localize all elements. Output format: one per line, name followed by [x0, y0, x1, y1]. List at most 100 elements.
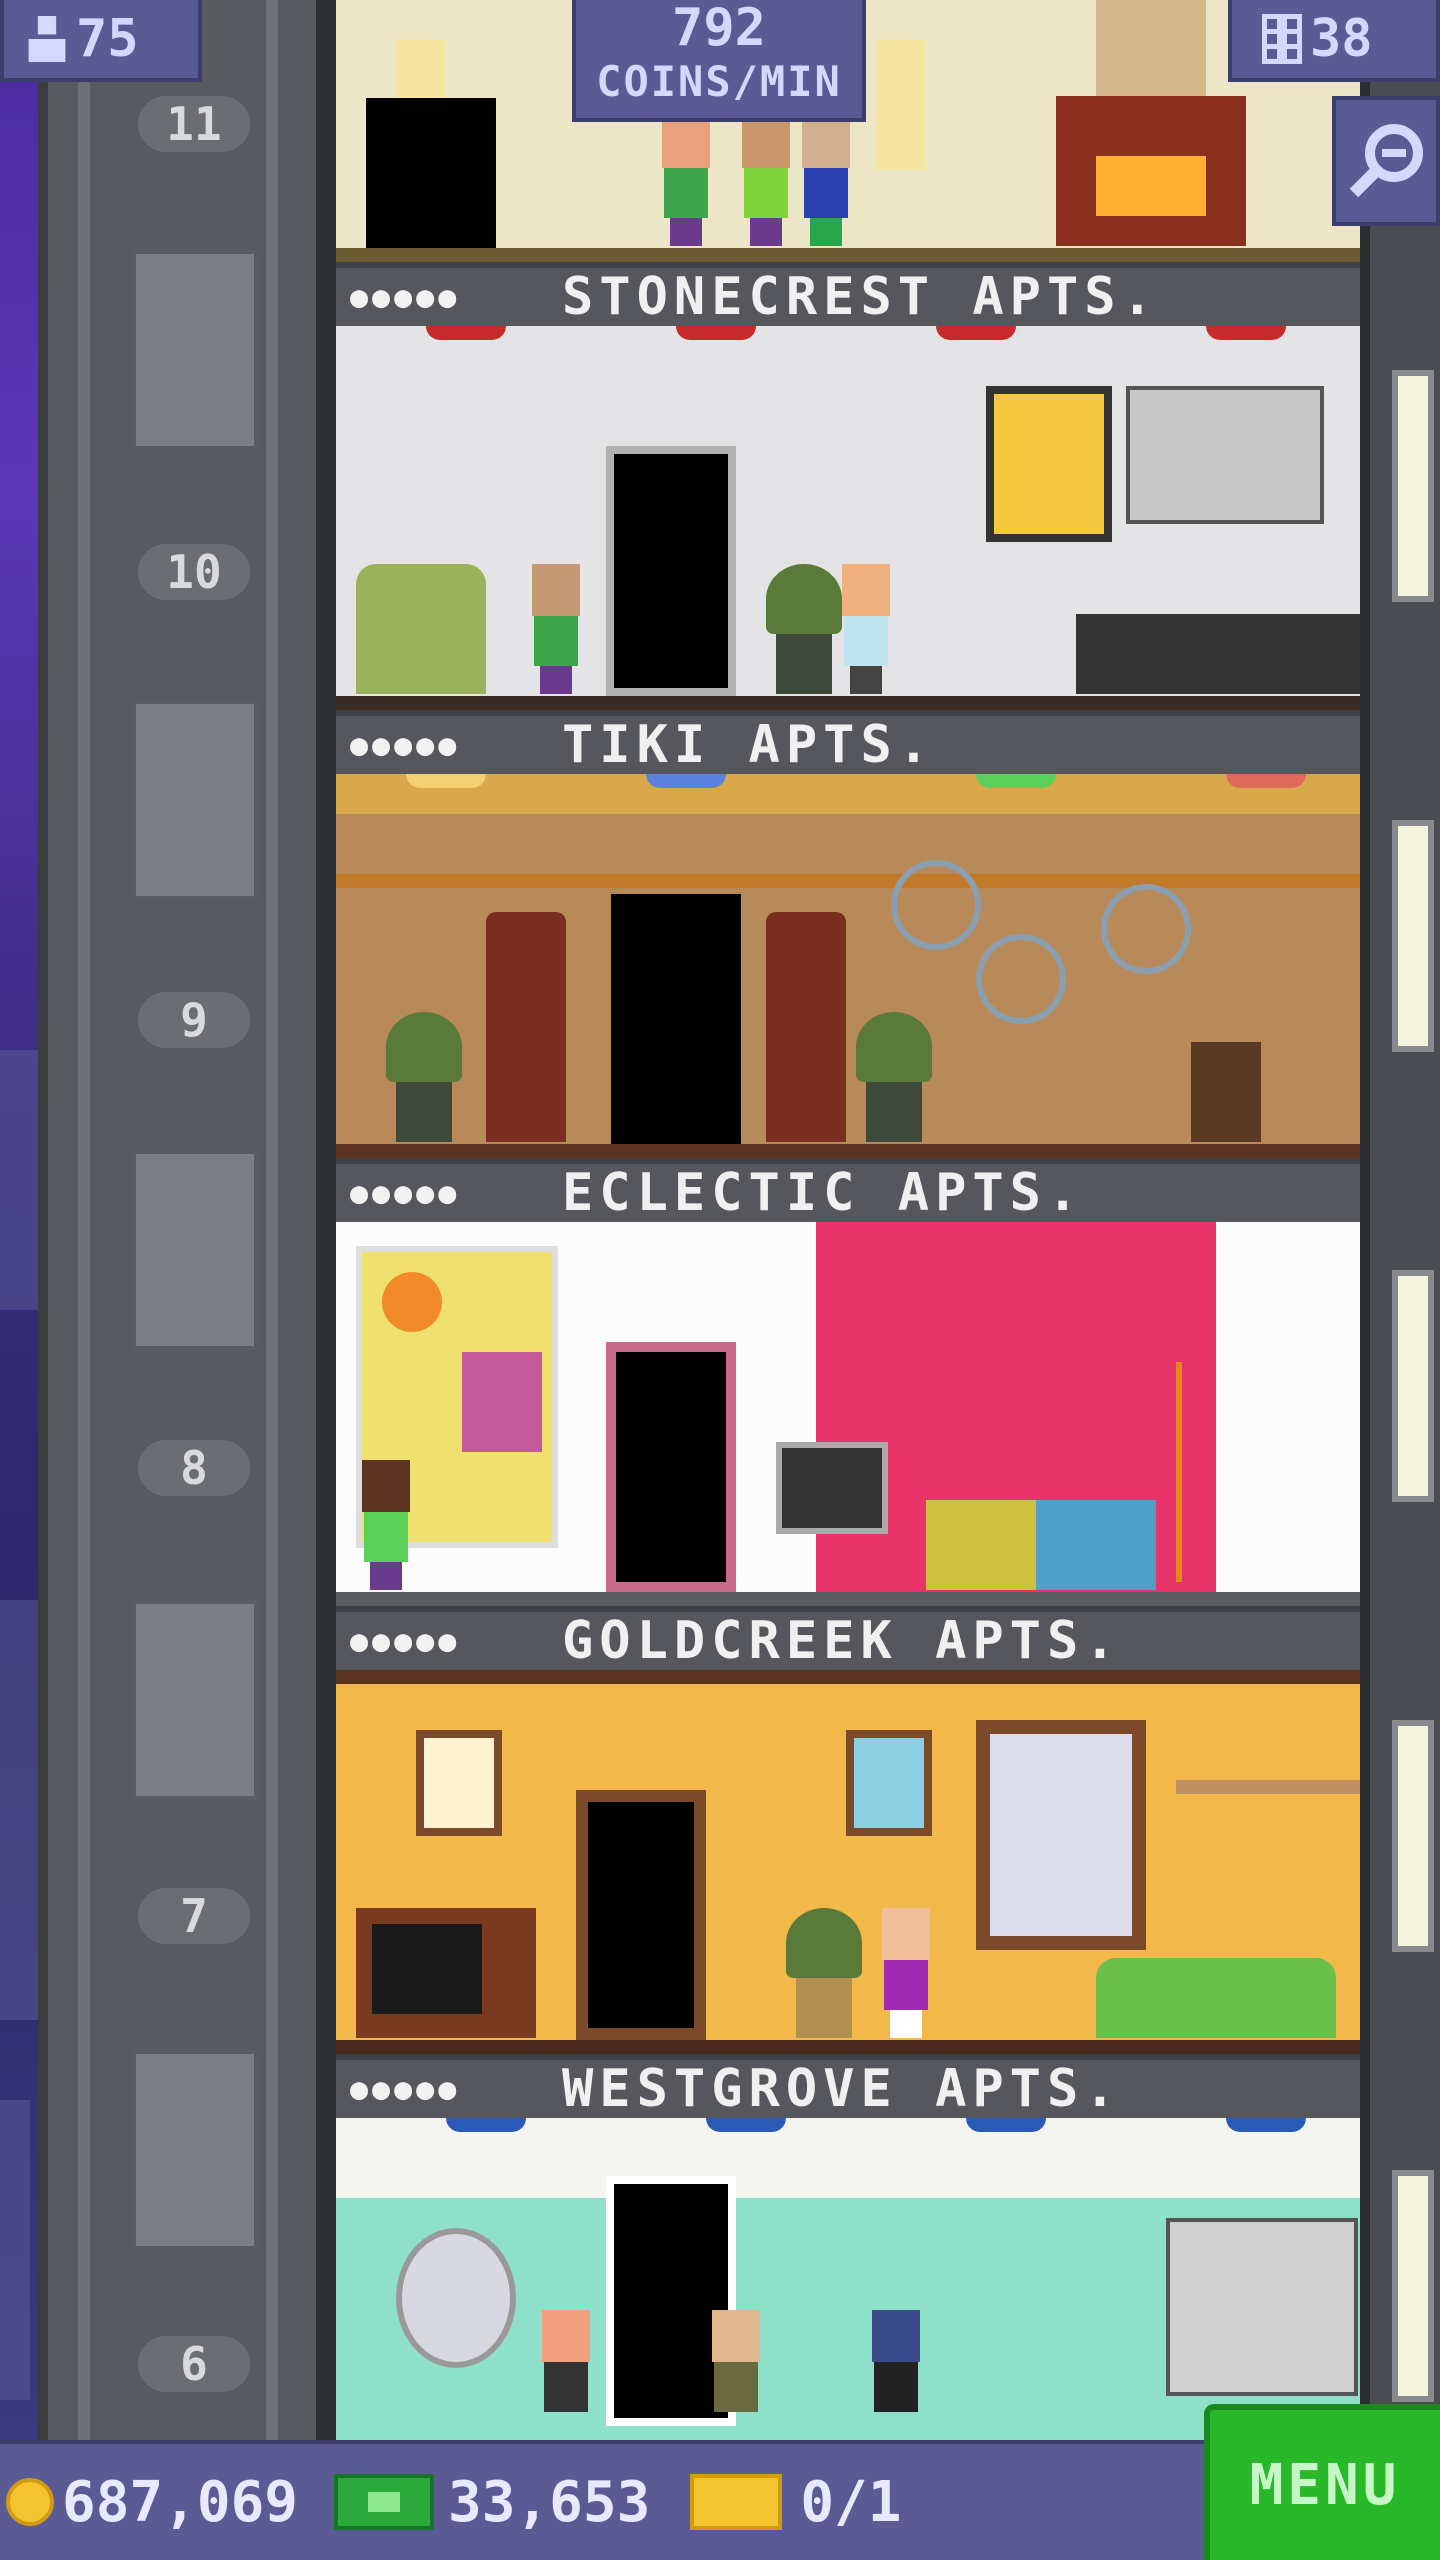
floor-7[interactable]: ●●●●● GOLDCREEK APTS. — [336, 1606, 1360, 2054]
menu-button[interactable]: MENU — [1204, 2404, 1440, 2560]
bitizen[interactable] — [356, 1460, 416, 1590]
elevator-floor-number[interactable]: 6 — [138, 2336, 250, 2392]
bitizen[interactable] — [876, 1908, 936, 2038]
window — [1392, 820, 1434, 1052]
elevator-door-panel — [132, 1150, 258, 1350]
floor-6[interactable]: ●●●●● WESTGROVE APTS. — [336, 2054, 1360, 2440]
floor-ledge — [336, 2040, 1360, 2054]
floor-label-bar: ●●●●● STONECREST APTS. — [336, 262, 1360, 327]
window — [1392, 1720, 1434, 1952]
shaft-wall — [316, 0, 336, 2440]
kitchen-counter — [1076, 614, 1360, 694]
floor-label-bar: ●●●●● ECLECTIC APTS. — [336, 1158, 1360, 1223]
building-icon — [1262, 14, 1302, 64]
mirror — [396, 2228, 516, 2368]
bitizen[interactable] — [836, 564, 896, 694]
floor-9[interactable]: ●●●●● TIKI APTS. — [336, 710, 1360, 1158]
floor-label-bar: ●●●●● TIKI APTS. — [336, 710, 1360, 775]
coin-icon — [6, 2478, 54, 2526]
bitizen[interactable] — [536, 2310, 596, 2440]
potted-plant — [856, 1012, 932, 1142]
population-count: 75 — [76, 9, 139, 69]
kitchen-cabinets — [1166, 2218, 1358, 2396]
window — [1392, 370, 1434, 602]
potted-plant — [786, 1908, 862, 2038]
zoom-button[interactable] — [1332, 96, 1440, 226]
elevator-floor-number[interactable]: 9 — [138, 992, 250, 1048]
room-door — [611, 894, 741, 1144]
potted-plant — [386, 1012, 462, 1142]
elevator-door-panel — [132, 1600, 258, 1800]
background-building — [0, 2100, 30, 2400]
room-interior — [336, 1670, 1360, 2054]
armchair — [356, 564, 486, 694]
bitizen[interactable] — [736, 116, 796, 246]
tiki-statue — [766, 912, 846, 1142]
wall-painting — [986, 386, 1112, 542]
picture-frame — [846, 1730, 932, 1836]
bitizen[interactable] — [796, 116, 856, 246]
floor-lamp — [1176, 1362, 1262, 1582]
portrait-frame — [416, 1730, 502, 1836]
floor-stars: ●●●●● — [350, 727, 461, 763]
coins-display[interactable]: 687,069 — [6, 2470, 298, 2535]
tower-bux-value: 33,653 — [448, 2469, 651, 2535]
floor-10[interactable]: ●●●●● STONECREST APTS. — [336, 262, 1360, 710]
window — [1392, 2170, 1434, 2402]
room-interior — [336, 2118, 1360, 2440]
room-door — [606, 1342, 736, 1592]
elevator-floor-number[interactable]: 11 — [138, 96, 250, 152]
coins-per-min-value: 792 — [672, 0, 766, 58]
elevator-floor-number[interactable]: 7 — [138, 1888, 250, 1944]
magnifier-icon — [1349, 124, 1423, 198]
floor-ledge — [336, 248, 1360, 262]
tickets-display[interactable]: 0/1 — [690, 2470, 901, 2535]
elevator-rail — [266, 0, 278, 2440]
elevator-floor-number[interactable]: 8 — [138, 1440, 250, 1496]
bitizen[interactable] — [656, 116, 716, 246]
tv — [776, 1442, 888, 1534]
floor-count: 38 — [1310, 9, 1373, 69]
retro-tv — [356, 1908, 536, 2038]
population-badge[interactable]: 75 — [0, 0, 202, 82]
elevator-floor-number[interactable]: 10 — [138, 544, 250, 600]
floor-count-badge[interactable]: 38 — [1228, 0, 1440, 82]
room-door — [606, 446, 736, 696]
floor-name: ECLECTIC APTS. — [562, 1163, 1085, 1223]
floor-ledge — [336, 1144, 1360, 1158]
floor-ledge — [336, 696, 1360, 710]
elevator-door-panel — [132, 700, 258, 900]
person-icon — [28, 16, 66, 62]
floor-8[interactable]: ●●●●● ECLECTIC APTS. — [336, 1158, 1360, 1606]
elevator-door-panel — [132, 250, 258, 450]
floor-stars: ●●●●● — [350, 2071, 461, 2107]
floor-stars: ●●●●● — [350, 1623, 461, 1659]
floor-label-bar: ●●●●● GOLDCREEK APTS. — [336, 1606, 1360, 1671]
ticket-icon — [690, 2474, 783, 2530]
bookshelf — [1176, 1780, 1360, 1794]
tiki-statue — [486, 912, 566, 1142]
coins-per-min-label: COINS/MIN — [596, 57, 842, 106]
window — [1392, 1270, 1434, 1502]
bitizen[interactable] — [866, 2310, 926, 2440]
potted-plant — [766, 564, 842, 694]
room-interior — [336, 326, 1360, 710]
couch — [1096, 1958, 1336, 2038]
bird-cage — [976, 934, 1066, 1024]
radio-table — [1191, 1042, 1261, 1142]
floor-label-bar: ●●●●● WESTGROVE APTS. — [336, 2054, 1360, 2119]
floor-name: TIKI APTS. — [562, 715, 936, 775]
coins-per-min-panel[interactable]: 792 COINS/MIN — [572, 0, 866, 122]
bitizen[interactable] — [526, 564, 586, 694]
bitizen[interactable] — [706, 2310, 766, 2440]
coins-value: 687,069 — [62, 2469, 299, 2535]
painting — [1096, 0, 1206, 96]
tower-bux-display[interactable]: 33,653 — [334, 2470, 650, 2535]
kitchen-cabinets — [1126, 386, 1324, 524]
bux-icon — [334, 2474, 435, 2530]
room-interior — [336, 1222, 1360, 1606]
background-building — [0, 1050, 40, 1310]
neighbor-building — [1360, 0, 1440, 2440]
fireplace — [1056, 96, 1246, 246]
window — [976, 1720, 1146, 1950]
